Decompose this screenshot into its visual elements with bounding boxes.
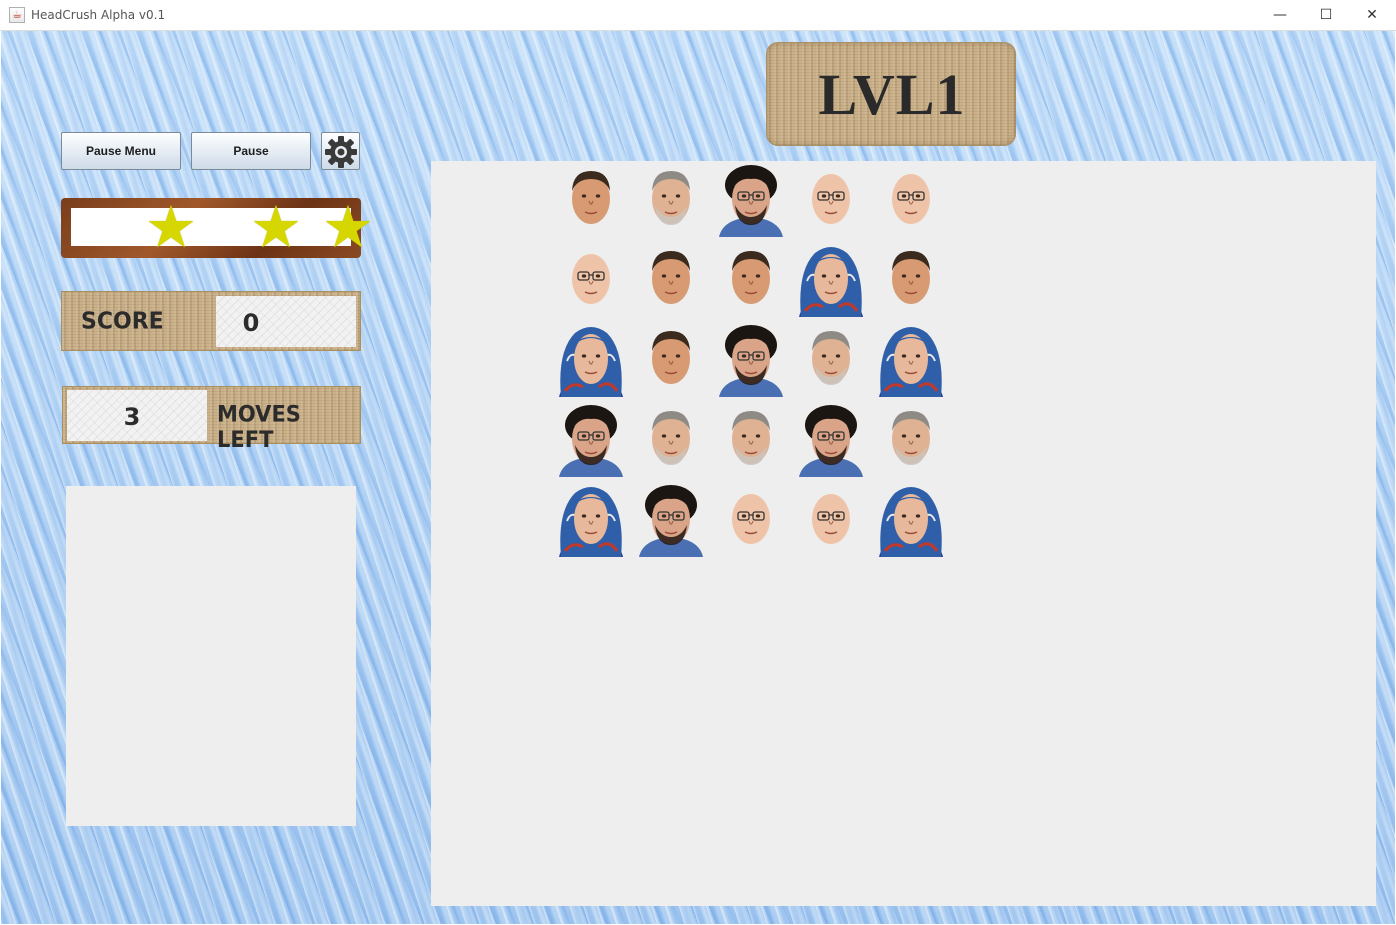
window-title: HeadCrush Alpha v0.1 [31, 8, 166, 22]
moves-label: MOVES LEFT [217, 401, 301, 453]
bald-man-head-tile[interactable] [553, 241, 629, 317]
bearded-man-head-tile[interactable] [553, 401, 629, 477]
tanned-man-icon [652, 331, 690, 384]
score-panel: SCORE 0 [61, 291, 361, 351]
level-title: LVL1 [818, 62, 966, 127]
gray-haired-man-icon [892, 411, 930, 465]
headscarf-woman-head-tile[interactable] [873, 481, 949, 557]
bearded-man-icon [719, 325, 783, 397]
score-label: SCORE [81, 308, 164, 335]
bearded-man-head-tile[interactable] [793, 401, 869, 477]
bald-man-icon [732, 494, 770, 544]
minimize-button[interactable]: — [1257, 0, 1303, 30]
bearded-man-icon [559, 405, 623, 477]
gear-icon [325, 136, 357, 168]
star-icon: ★ [145, 193, 197, 261]
bald-man-head-tile[interactable] [793, 161, 869, 237]
bald-man-head-tile[interactable] [873, 161, 949, 237]
headscarf-woman-icon [879, 487, 943, 557]
bearded-man-head-tile[interactable] [713, 161, 789, 237]
gray-haired-man-head-tile[interactable] [633, 161, 709, 237]
bearded-man-icon [639, 485, 703, 557]
gray-haired-man-head-tile[interactable] [713, 401, 789, 477]
level-plaque: LVL1 [766, 42, 1016, 146]
bearded-man-icon [719, 165, 783, 237]
star-progress-frame: ★ ★ ★ [61, 193, 374, 261]
gray-haired-man-head-tile[interactable] [633, 401, 709, 477]
bald-man-icon [892, 174, 930, 224]
tanned-man-head-tile[interactable] [633, 241, 709, 317]
tanned-man-icon [652, 251, 690, 304]
headscarf-woman-head-tile[interactable] [873, 321, 949, 397]
headscarf-woman-head-tile[interactable] [553, 481, 629, 557]
score-value-box: 0 [216, 296, 356, 347]
side-panel [66, 486, 356, 826]
headscarf-woman-icon [559, 327, 623, 397]
moves-value-box: 3 [67, 390, 207, 441]
headscarf-woman-icon [799, 247, 863, 317]
java-app-icon: ☕ [9, 7, 25, 23]
tanned-man-icon [892, 251, 930, 304]
gray-haired-man-icon [652, 411, 690, 465]
gray-haired-man-head-tile[interactable] [793, 321, 869, 397]
headscarf-woman-icon [879, 327, 943, 397]
headscarf-woman-head-tile[interactable] [793, 241, 869, 317]
gray-haired-man-head-tile[interactable] [873, 401, 949, 477]
bearded-man-head-tile[interactable] [713, 321, 789, 397]
gray-haired-man-icon [652, 171, 690, 225]
bald-man-head-tile[interactable] [713, 481, 789, 557]
moves-panel: 3 MOVES LEFT [62, 386, 361, 452]
pause-button[interactable]: Pause [191, 132, 311, 170]
bearded-man-head-tile[interactable] [633, 481, 709, 557]
close-button[interactable]: ✕ [1349, 0, 1395, 30]
headscarf-woman-icon [559, 487, 623, 557]
title-bar: ☕ HeadCrush Alpha v0.1 — ☐ ✕ [0, 0, 1396, 31]
tanned-man-head-tile[interactable] [713, 241, 789, 317]
tanned-man-icon [732, 251, 770, 304]
bald-man-icon [812, 174, 850, 224]
pause-menu-button[interactable]: Pause Menu [61, 132, 181, 170]
settings-button[interactable] [321, 132, 360, 170]
tanned-man-head-tile[interactable] [633, 321, 709, 397]
moves-value: 3 [123, 403, 141, 431]
gray-haired-man-icon [812, 331, 850, 385]
star-icon: ★ [250, 193, 302, 261]
bald-man-icon [812, 494, 850, 544]
tanned-man-head-tile[interactable] [553, 161, 629, 237]
bald-man-icon [572, 254, 610, 304]
bald-man-head-tile[interactable] [793, 481, 869, 557]
gray-haired-man-icon [732, 411, 770, 465]
tanned-man-head-tile[interactable] [873, 241, 949, 317]
star-progress-bar [71, 208, 351, 246]
bearded-man-icon [799, 405, 863, 477]
star-icon: ★ [322, 193, 374, 261]
maximize-button[interactable]: ☐ [1303, 0, 1349, 30]
headscarf-woman-head-tile[interactable] [553, 321, 629, 397]
score-value: 0 [242, 309, 260, 337]
tanned-man-icon [572, 171, 610, 224]
